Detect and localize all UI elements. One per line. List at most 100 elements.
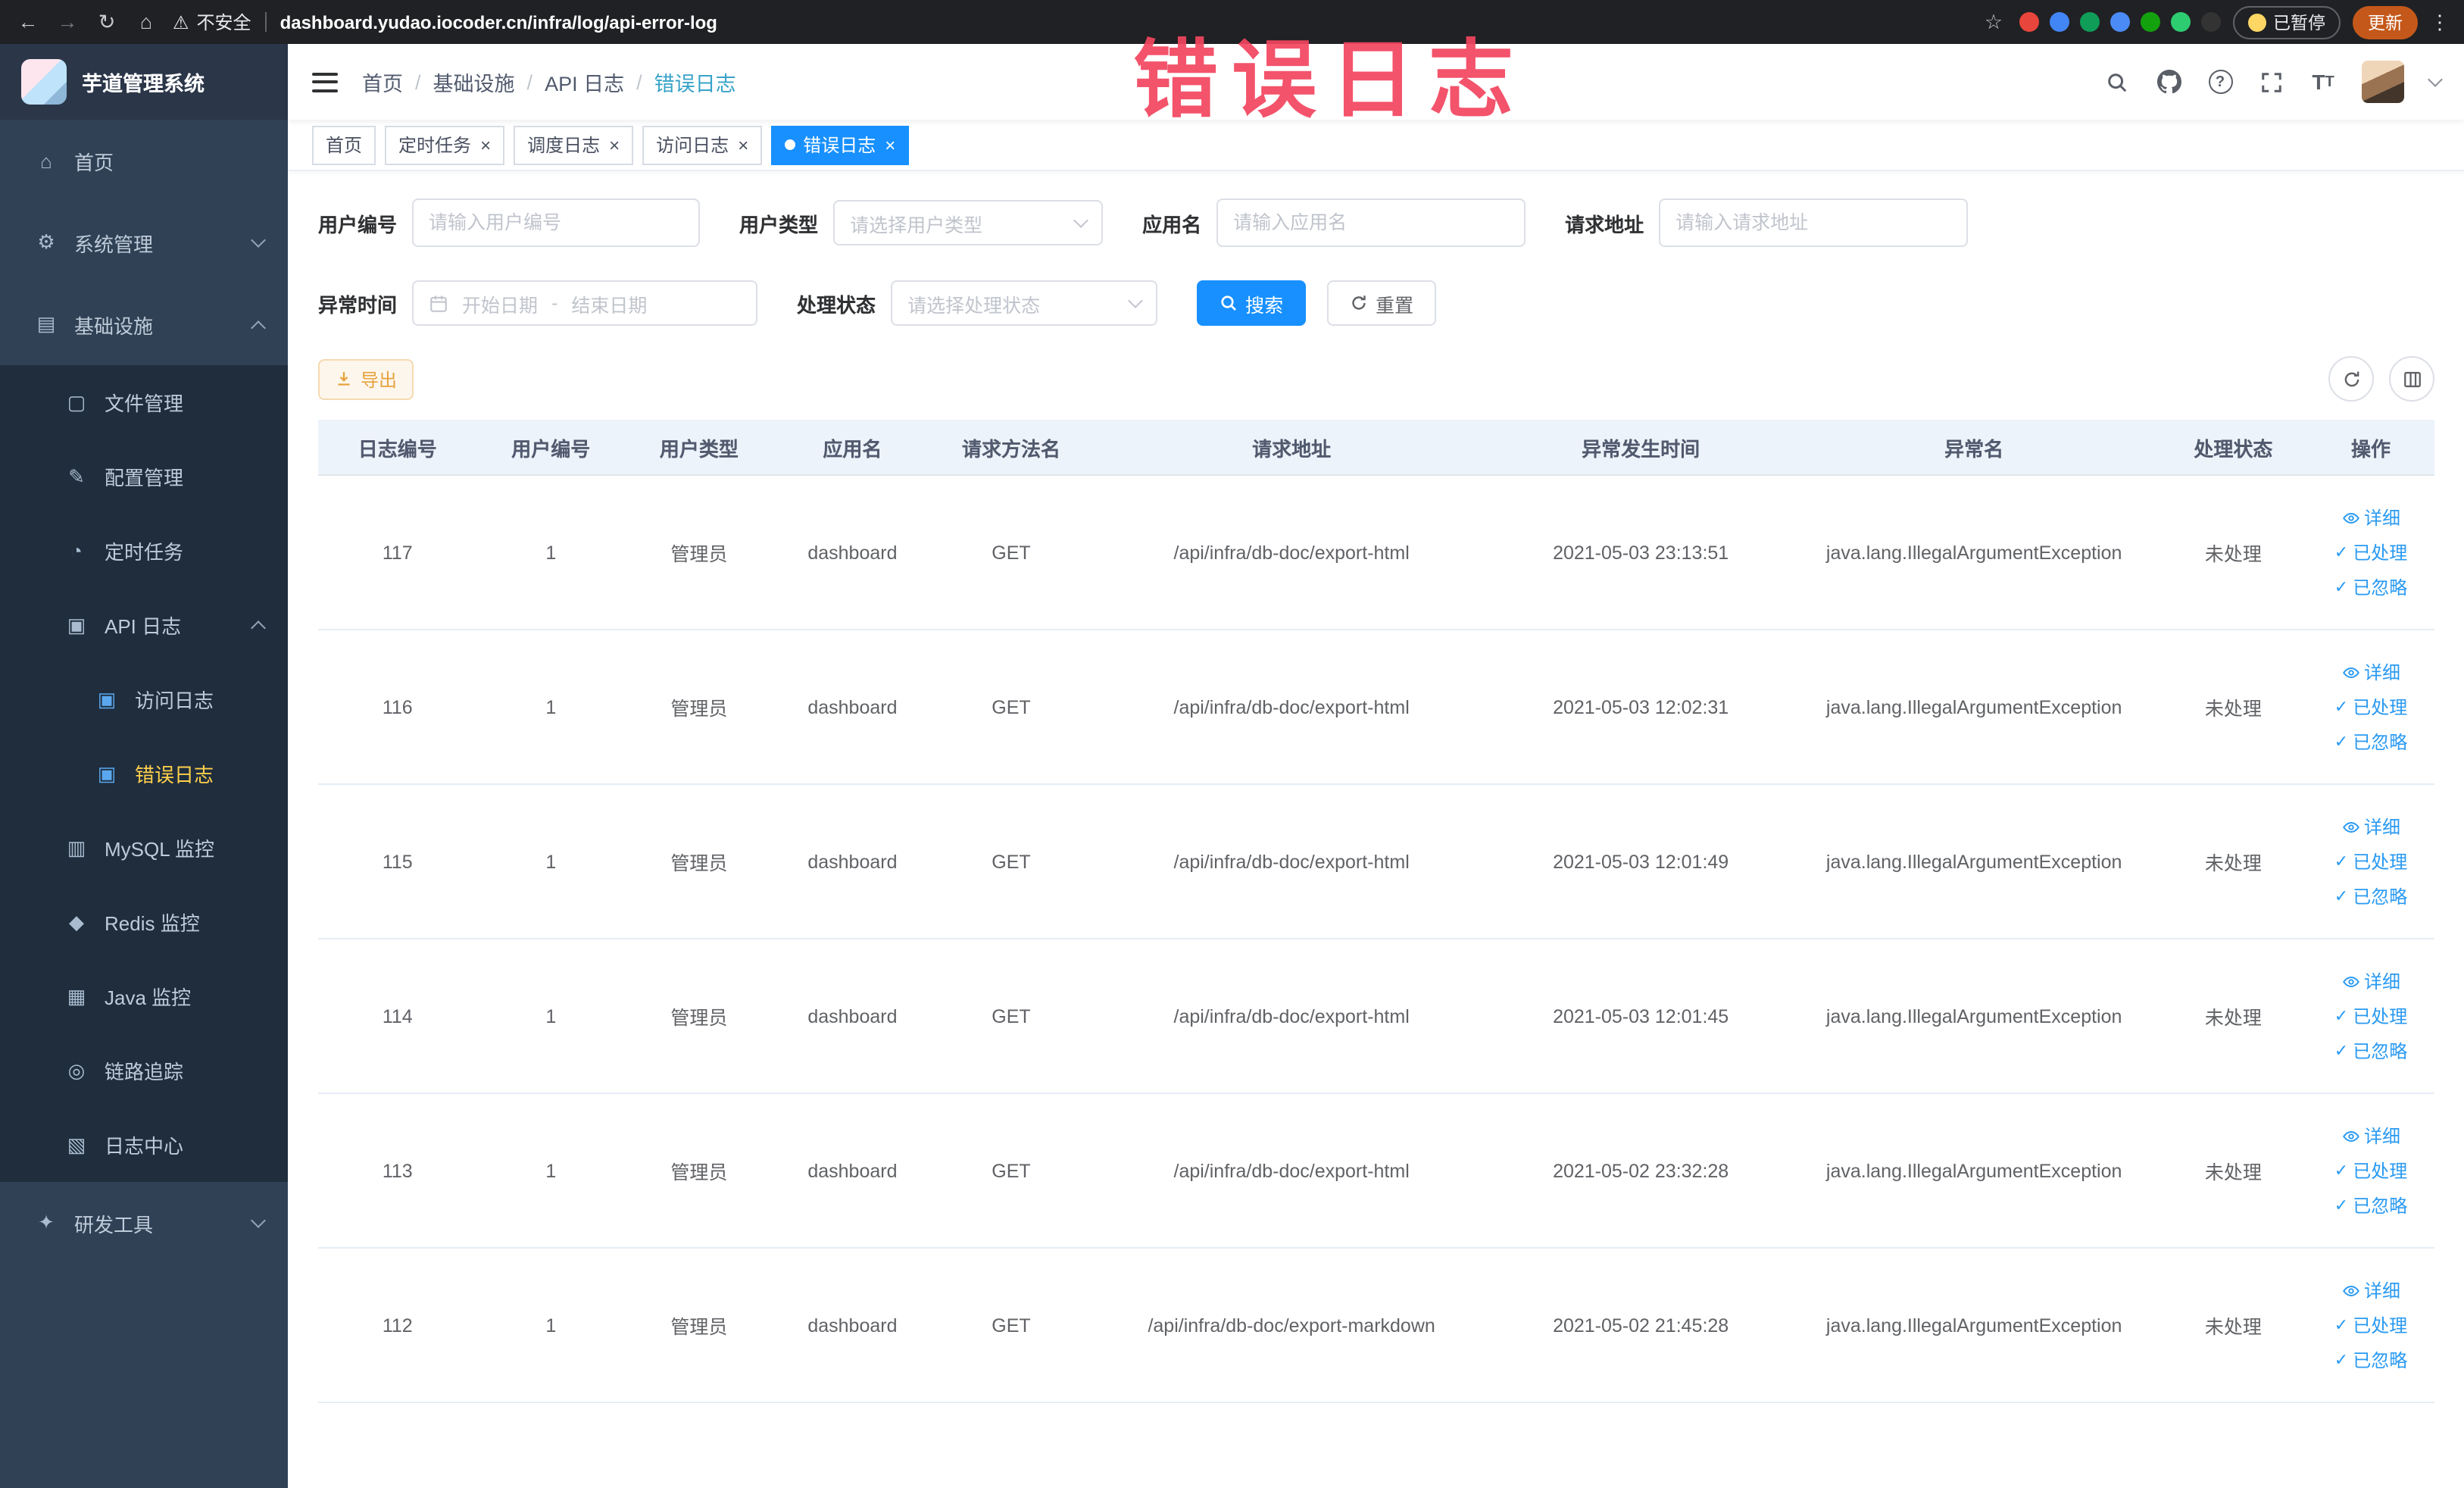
user-id-input[interactable]: [412, 199, 701, 247]
export-button[interactable]: 导出: [318, 358, 414, 399]
help-icon[interactable]: ?: [2207, 69, 2233, 95]
processed-link[interactable]: ✓ 已处理: [2334, 694, 2407, 720]
extension-icon[interactable]: [2110, 12, 2129, 32]
processed-link[interactable]: ✓ 已处理: [2334, 1003, 2407, 1029]
extension-icon[interactable]: [2200, 12, 2220, 32]
tab-access-log[interactable]: 访问日志 ×: [642, 125, 763, 164]
sidebar-item-redis-monitor[interactable]: ◆ Redis 监控: [0, 885, 288, 959]
breadcrumb-item[interactable]: 首页: [362, 67, 403, 97]
detail-link[interactable]: 详细: [2341, 659, 2400, 685]
sidebar-item-mysql-monitor[interactable]: ▥ MySQL 监控: [0, 811, 288, 885]
ignored-link[interactable]: ✓ 已忽略: [2334, 1347, 2407, 1373]
paused-extension-pill[interactable]: 已暂停: [2232, 5, 2341, 39]
ignored-link[interactable]: ✓ 已忽略: [2334, 1193, 2407, 1218]
tab-scheduled-jobs[interactable]: 定时任务 ×: [385, 125, 505, 164]
detail-link[interactable]: 详细: [2341, 968, 2400, 994]
close-icon[interactable]: ×: [609, 136, 620, 154]
sidebar-item-system-mgmt[interactable]: ⚙ 系统管理: [0, 202, 288, 283]
tab-home[interactable]: 首页: [312, 125, 376, 164]
cell-exception-name: java.lang.IllegalArgumentException: [1825, 1160, 2122, 1181]
sidebar-item-scheduled-jobs[interactable]: ◔ 定时任务: [0, 514, 288, 588]
cell-log-id: 116: [382, 696, 413, 717]
tab-job-log[interactable]: 调度日志 ×: [514, 125, 634, 164]
sidebar-item-label: 研发工具: [74, 1213, 154, 1236]
detail-link[interactable]: 详细: [2341, 1277, 2400, 1303]
extension-icon[interactable]: [2140, 12, 2160, 32]
chrome-menu-icon[interactable]: ⋮: [2430, 12, 2450, 32]
sidebar-item-error-log[interactable]: ▣ 错误日志: [0, 736, 288, 811]
process-status-select[interactable]: 请选择处理状态: [891, 280, 1158, 326]
detail-link[interactable]: 详细: [2341, 1123, 2400, 1149]
avatar[interactable]: [2362, 61, 2404, 103]
sidebar-item-log-center[interactable]: ▧ 日志中心: [0, 1108, 288, 1182]
processed-link[interactable]: ✓ 已处理: [2334, 1312, 2407, 1338]
sidebar-logo[interactable]: 芋道管理系统: [0, 44, 288, 120]
columns-button[interactable]: [2389, 356, 2434, 402]
extension-icon[interactable]: [2019, 12, 2038, 32]
sidebar-item-access-log[interactable]: ▣ 访问日志: [0, 662, 288, 736]
font-size-icon[interactable]: TT: [2310, 69, 2336, 95]
extension-icon[interactable]: [2170, 12, 2190, 32]
logo-avatar: [21, 59, 67, 105]
cell-method: GET: [992, 542, 1031, 563]
update-chip[interactable]: 更新: [2353, 5, 2418, 39]
paused-label: 已暂停: [2273, 14, 2325, 33]
cell-request-url: /api/infra/db-doc/export-markdown: [1148, 1315, 1435, 1336]
home-icon[interactable]: ⌂: [133, 11, 159, 33]
cell-exception-name: java.lang.IllegalArgumentException: [1825, 851, 2122, 872]
reload-icon[interactable]: ↻: [94, 10, 120, 34]
request-url-input[interactable]: [1659, 199, 1969, 247]
sidebar-item-label: 基础设施: [74, 314, 154, 337]
cell-exception-time: 2021-05-03 12:02:31: [1553, 696, 1729, 717]
timer-icon: ◔: [70, 539, 83, 562]
sidebar-item-home[interactable]: ⌂ 首页: [0, 120, 288, 202]
sidebar-item-label: MySQL 监控: [105, 838, 214, 861]
fullscreen-icon[interactable]: [2259, 69, 2284, 95]
processed-link[interactable]: ✓ 已处理: [2334, 539, 2407, 565]
sidebar-item-api-logs[interactable]: ▣ API 日志: [0, 588, 288, 662]
chevron-down-icon[interactable]: [2428, 72, 2443, 87]
chevron-icon: [251, 233, 266, 248]
ignored-link[interactable]: ✓ 已忽略: [2334, 729, 2407, 755]
sidebar-item-config-mgmt[interactable]: ✎ 配置管理: [0, 439, 288, 514]
detail-link[interactable]: 详细: [2341, 814, 2400, 839]
hamburger-icon[interactable]: [312, 72, 338, 92]
user-type-select[interactable]: 请选择用户类型: [833, 200, 1104, 245]
search-icon[interactable]: [2104, 69, 2130, 95]
close-icon[interactable]: ×: [738, 136, 748, 154]
cell-user-type: 管理员: [670, 1317, 728, 1338]
sidebar-item-infrastructure[interactable]: ▤ 基础设施: [0, 283, 288, 365]
ignored-link[interactable]: ✓ 已忽略: [2334, 883, 2407, 909]
security-warning[interactable]: ⚠ 不安全: [173, 9, 251, 35]
table-header: 日志编号 用户编号 用户类型 应用名 请求方法名 请求地址 异常发生时间 异常名 处理状态 操作: [318, 420, 2434, 476]
search-button[interactable]: 搜索: [1197, 280, 1307, 326]
forward-icon[interactable]: →: [55, 11, 80, 33]
sidebar-item-tracing[interactable]: ◎ 链路追踪: [0, 1033, 288, 1108]
detail-link[interactable]: 详细: [2341, 505, 2400, 530]
sidebar-item-dev-tools[interactable]: ✦ 研发工具: [0, 1182, 288, 1264]
back-icon[interactable]: ←: [15, 11, 41, 33]
extension-icon[interactable]: [2049, 12, 2069, 32]
processed-link[interactable]: ✓ 已处理: [2334, 1158, 2407, 1183]
app-name-input[interactable]: [1216, 199, 1526, 247]
processed-link[interactable]: ✓ 已处理: [2334, 849, 2407, 874]
breadcrumb-item[interactable]: API 日志: [545, 67, 624, 97]
sidebar-item-file-mgmt[interactable]: ▢ 文件管理: [0, 365, 288, 439]
sidebar-item-java-monitor[interactable]: ▦ Java 监控: [0, 959, 288, 1033]
close-icon[interactable]: ×: [480, 136, 491, 154]
github-icon[interactable]: [2156, 69, 2181, 95]
sidebar-item-label: 链路追踪: [105, 1061, 184, 1083]
reset-button[interactable]: 重置: [1327, 280, 1437, 326]
extension-icon[interactable]: [2079, 12, 2099, 32]
cell-user-type: 管理员: [670, 699, 728, 720]
breadcrumb-item[interactable]: 基础设施: [433, 67, 515, 97]
date-range-picker[interactable]: 开始日期 - 结束日期: [412, 280, 758, 326]
cell-app-name: dashboard: [807, 542, 898, 563]
url-text[interactable]: dashboard.yudao.iocoder.cn/infra/log/api…: [280, 11, 717, 33]
bookmark-star-icon[interactable]: ☆: [1981, 10, 2006, 34]
close-icon[interactable]: ×: [885, 136, 895, 154]
refresh-button[interactable]: [2328, 356, 2374, 402]
ignored-link[interactable]: ✓ 已忽略: [2334, 1038, 2407, 1064]
tab-error-log[interactable]: 错误日志 ×: [771, 125, 910, 164]
ignored-link[interactable]: ✓ 已忽略: [2334, 574, 2407, 600]
